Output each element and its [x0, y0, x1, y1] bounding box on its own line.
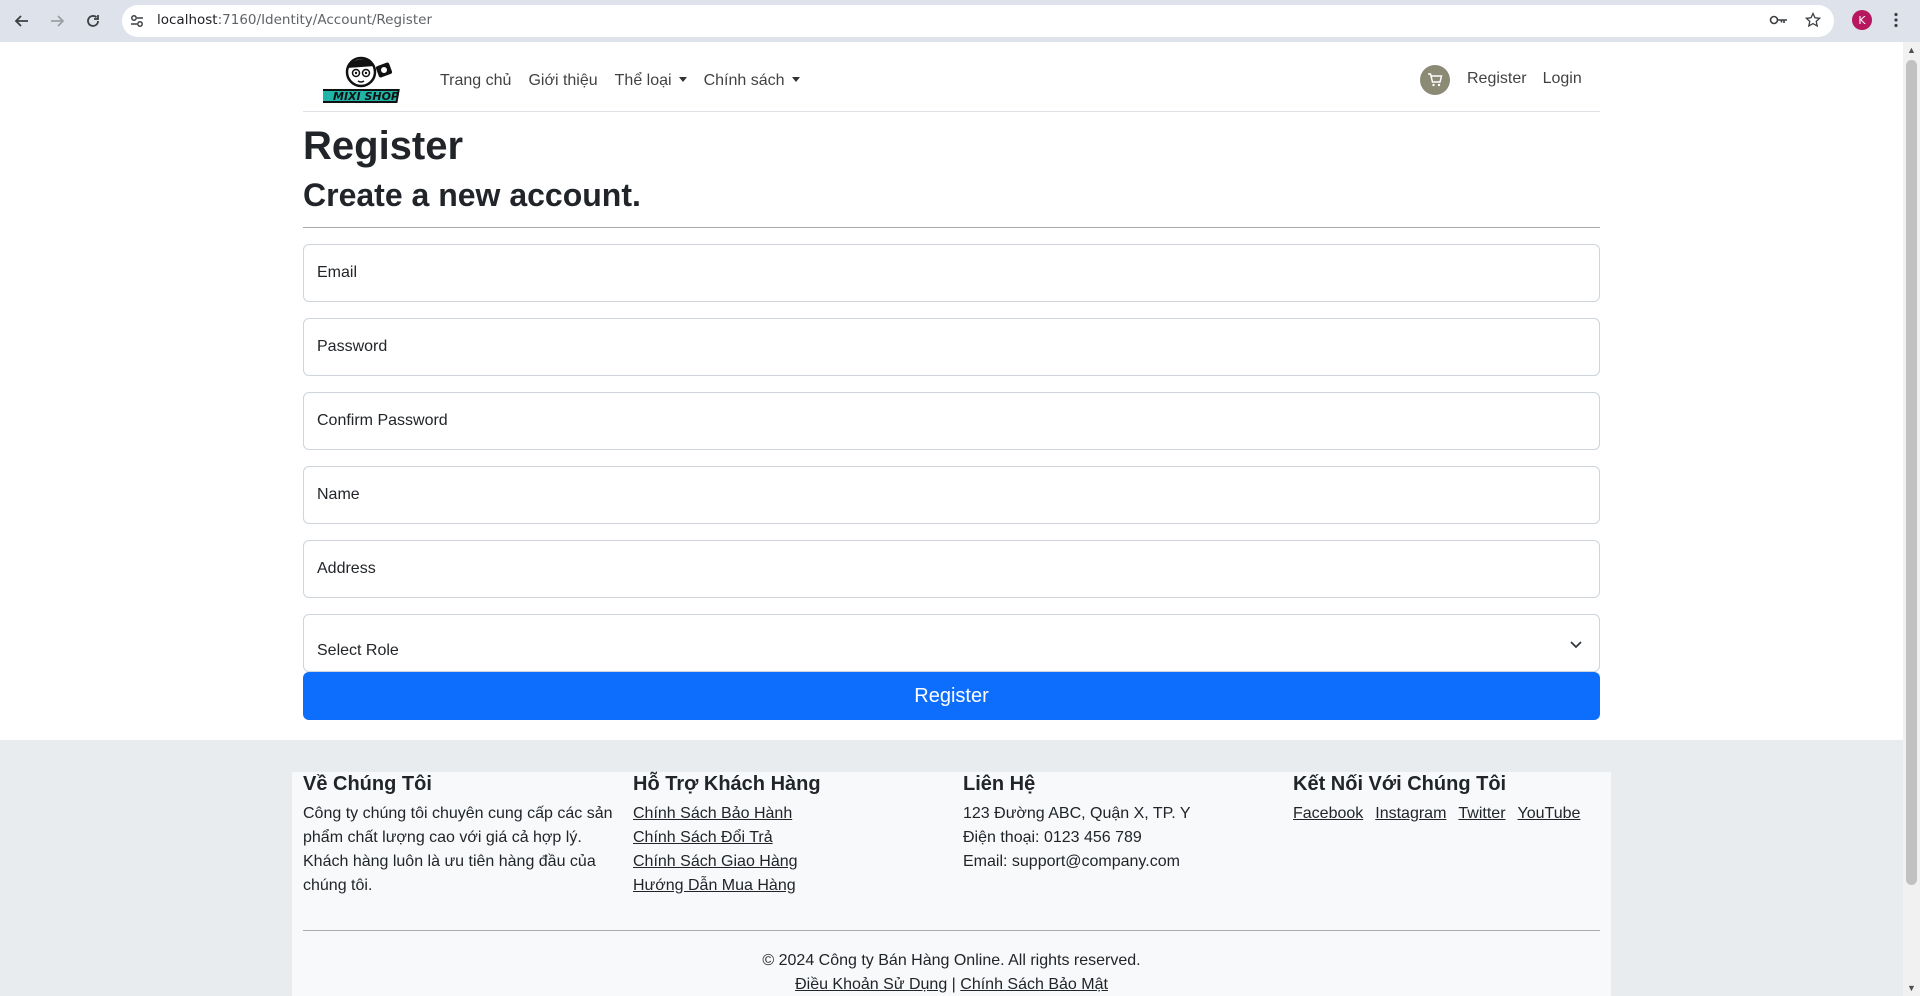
contact-phone: Điện thoại: 0123 456 789	[963, 829, 1142, 846]
forward-arrow-icon	[51, 15, 65, 27]
nav-link-home[interactable]: Trang chủ	[440, 72, 511, 90]
confirm-password-label: Confirm Password	[317, 412, 448, 429]
nav-link-about[interactable]: Giới thiệu	[528, 72, 597, 90]
bookmark-button[interactable]	[1801, 8, 1825, 32]
twitter-link[interactable]: Twitter	[1458, 802, 1505, 826]
page-title: Register	[303, 124, 464, 168]
more-vertical-icon	[1894, 12, 1898, 28]
footer-container: Về Chúng Tôi Công ty chúng tôi chuyên cu…	[292, 772, 1611, 996]
browser-menu-button[interactable]	[1886, 8, 1906, 32]
register-submit-button[interactable]: Register	[303, 672, 1600, 720]
shipping-policy-link[interactable]: Chính Sách Giao Hàng	[633, 853, 798, 870]
footer-about-text: Công ty chúng tôi chuyên cung cấp các sả…	[303, 805, 613, 894]
nav-dropdown-categories[interactable]: Thể loại	[615, 72, 687, 90]
auth-links: Register Login	[1467, 70, 1582, 88]
back-arrow-icon	[14, 15, 28, 27]
password-label: Password	[317, 338, 388, 355]
confirm-password-field[interactable]: Confirm Password	[303, 392, 1600, 450]
footer-contact-title: Liên Hệ	[963, 773, 1036, 795]
email-field[interactable]: Email	[303, 244, 1600, 302]
address-field[interactable]: Address	[303, 540, 1600, 598]
scroll-up-arrow-icon[interactable]: ▲	[1906, 44, 1917, 56]
site-footer: Về Chúng Tôi Công ty chúng tôi chuyên cu…	[0, 740, 1903, 996]
url-text[interactable]: localhost:7160/Identity/Account/Register	[157, 12, 432, 28]
warranty-policy-link[interactable]: Chính Sách Bảo Hành	[633, 805, 792, 822]
cart-button[interactable]	[1420, 65, 1450, 95]
chevron-down-icon	[1570, 641, 1582, 649]
youtube-link[interactable]: YouTube	[1518, 802, 1581, 826]
email-label: Email	[317, 264, 358, 281]
reload-icon	[87, 15, 99, 27]
section-divider	[303, 227, 1600, 228]
password-key-button[interactable]	[1767, 8, 1791, 32]
name-label: Name	[317, 486, 360, 503]
footer-about-title: Về Chúng Tôi	[303, 773, 432, 795]
copyright-text: © 2024 Công ty Bán Hàng Online. All righ…	[762, 952, 1141, 969]
login-link[interactable]: Login	[1543, 70, 1582, 88]
address-label: Address	[317, 560, 376, 577]
site-logo[interactable]: MIXI SHOP	[317, 54, 409, 106]
page-viewport: MIXI SHOP Trang chủ Giới thiệu Thể loại …	[0, 42, 1903, 996]
footer-social: Kết Nối Với Chúng Tôi Facebook Instagram…	[1293, 772, 1613, 826]
contact-address: 123 Đường ABC, Quận X, TP. Y	[963, 805, 1191, 822]
footer-contact: Liên Hệ 123 Đường ABC, Quận X, TP. Y Điệ…	[963, 772, 1283, 874]
terms-link[interactable]: Điều Khoản Sử Dụng	[795, 976, 947, 993]
key-icon	[1769, 15, 1787, 25]
contact-email: Email: support@company.com	[963, 853, 1180, 870]
browser-toolbar: localhost:7160/Identity/Account/Register…	[0, 0, 1920, 42]
password-field[interactable]: Password	[303, 318, 1600, 376]
site-settings-icon[interactable]	[128, 12, 146, 30]
page-subtitle: Create a new account.	[303, 177, 641, 213]
url-host: localhost	[157, 12, 218, 28]
nav-dropdown-policies[interactable]: Chính sách	[704, 72, 800, 90]
name-field[interactable]: Name	[303, 466, 1600, 524]
profile-avatar[interactable]: K	[1852, 10, 1872, 30]
main-menu: Trang chủ Giới thiệu Thể loại Chính sách	[440, 72, 800, 90]
facebook-link[interactable]: Facebook	[1293, 802, 1363, 826]
back-button[interactable]	[8, 7, 36, 35]
footer-support-title: Hỗ Trợ Khách Hàng	[633, 773, 821, 795]
scroll-down-arrow-icon[interactable]: ▼	[1906, 982, 1917, 994]
scrollbar-thumb[interactable]	[1906, 60, 1917, 885]
reload-button[interactable]	[79, 7, 107, 35]
footer-divider	[303, 930, 1600, 931]
footer-bottom: © 2024 Công ty Bán Hàng Online. All righ…	[292, 949, 1611, 996]
site-navbar: MIXI SHOP Trang chủ Giới thiệu Thể loại …	[303, 50, 1600, 112]
url-path: :7160/Identity/Account/Register	[217, 12, 432, 28]
forward-button[interactable]	[43, 7, 71, 35]
return-policy-link[interactable]: Chính Sách Đổi Trả	[633, 829, 773, 846]
instagram-link[interactable]: Instagram	[1375, 802, 1446, 826]
star-icon	[1805, 12, 1821, 28]
cart-icon	[1428, 73, 1443, 87]
register-section: Register Create a new account. Email Pas…	[303, 122, 1600, 720]
footer-separator: |	[951, 976, 956, 993]
register-link[interactable]: Register	[1467, 70, 1527, 88]
mixi-shop-logo-icon: MIXI SHOP	[317, 56, 400, 103]
footer-support: Hỗ Trợ Khách Hàng Chính Sách Bảo Hành Ch…	[633, 772, 953, 898]
logo-lettering: MIXI SHOP	[333, 90, 399, 103]
role-select-label: Select Role	[317, 642, 399, 659]
footer-about: Về Chúng Tôi Công ty chúng tôi chuyên cu…	[303, 772, 613, 898]
role-select[interactable]: Select Role	[303, 614, 1600, 672]
buying-guide-link[interactable]: Hướng Dẫn Mua Hàng	[633, 877, 796, 894]
footer-social-title: Kết Nối Với Chúng Tôi	[1293, 773, 1507, 795]
privacy-link[interactable]: Chính Sách Bảo Mật	[960, 976, 1108, 993]
